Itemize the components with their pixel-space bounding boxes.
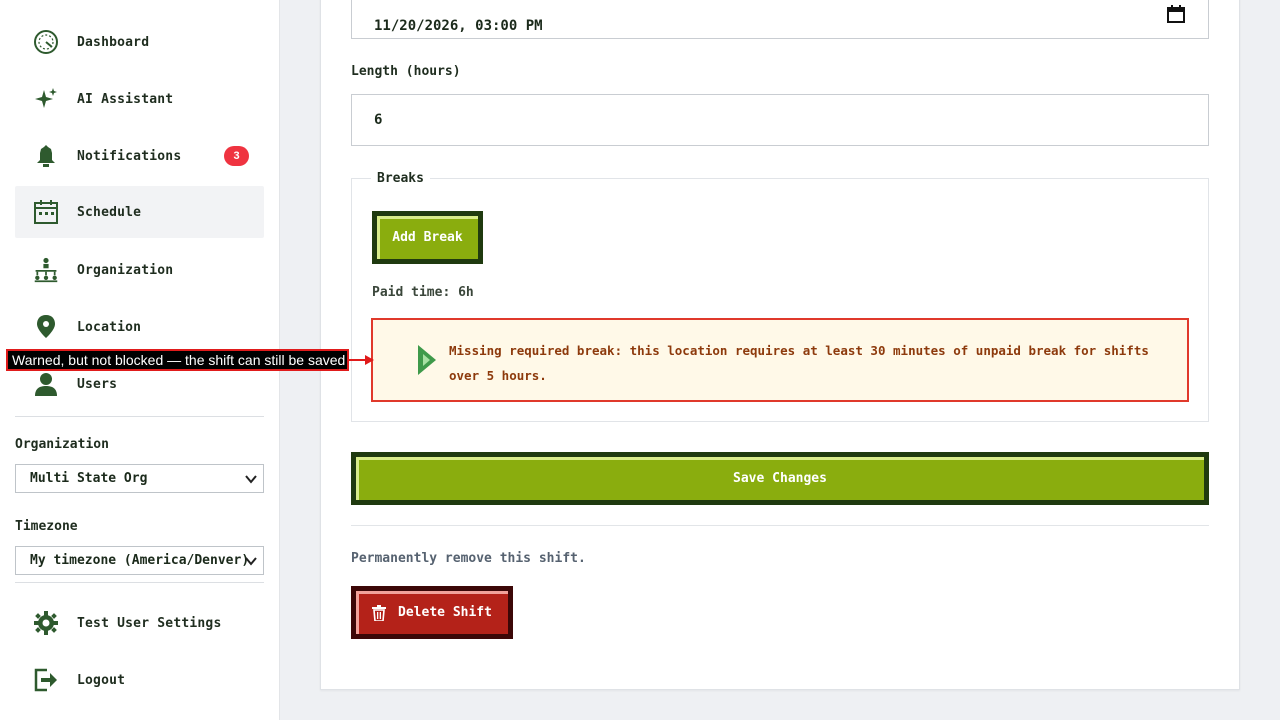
organization-label: Organization [15,437,109,452]
sidebar-item-ai-assistant[interactable]: AI Assistant [15,73,264,125]
sidebar-item-location[interactable]: Location [15,301,264,353]
organization-select-value: Multi State Org [30,471,148,486]
save-changes-label: Save Changes [733,471,827,486]
sidebar-item-label: Dashboard [77,34,150,50]
sidebar-item-label: Schedule [77,204,142,220]
sidebar-item-dashboard[interactable]: Dashboard [15,16,264,68]
sidebar-item-label: Location [77,319,142,335]
organization-select[interactable]: Multi State Org [15,464,264,493]
add-break-button[interactable]: Add Break [372,211,483,264]
timezone-select-value: My timezone (America/Denver) [30,553,250,568]
length-label: Length (hours) [351,64,461,79]
annotation-callout: Warned, but not blocked — the shift can … [6,349,349,371]
sidebar-item-label: Test User Settings [77,615,222,631]
logout-icon [33,667,59,693]
sidebar-item-label: Notifications [77,148,182,164]
calendar-icon [33,199,59,225]
org-chart-icon [33,257,59,283]
map-pin-icon [33,314,59,340]
sidebar-item-logout[interactable]: Logout [15,654,264,706]
sidebar-item-organization[interactable]: Organization [15,244,264,296]
sidebar-divider [15,582,264,583]
sidebar-item-label: Logout [77,672,126,688]
datetime-value: 11/20/2026, 03:00 PM [374,18,543,34]
delete-shift-button[interactable]: Delete Shift [351,586,513,639]
missing-break-warning: Missing required break: this location re… [371,318,1189,402]
add-break-label: Add Break [392,230,463,245]
dashboard-gauge-icon [33,29,59,55]
remove-shift-description: Permanently remove this shift. [351,551,586,566]
sidebar-item-notifications[interactable]: Notifications 3 [15,130,264,182]
sidebar-divider [15,416,264,417]
bell-icon [33,143,59,169]
warning-play-icon [418,345,436,375]
length-hours-input[interactable]: 6 [351,94,1209,146]
sidebar-item-label: AI Assistant [77,91,174,107]
sparkle-icon [33,86,59,112]
chevron-down-icon [245,475,257,484]
delete-shift-label: Delete Shift [398,605,492,620]
length-value: 6 [374,112,383,128]
trash-icon [372,604,387,621]
annotation-arrow-icon [349,355,374,365]
annotation-text: Warned, but not blocked — the shift can … [12,352,346,368]
warning-message: Missing required break: this location re… [449,343,1149,383]
save-changes-button[interactable]: Save Changes [351,452,1209,505]
calendar-picker-icon[interactable] [1167,5,1185,23]
sidebar-item-schedule[interactable]: Schedule [15,186,264,238]
paid-time-text: Paid time: 6h [372,285,474,300]
sidebar-item-label: Users [77,376,118,392]
section-divider [351,525,1209,526]
shift-start-datetime-input[interactable]: 11/20/2026, 03:00 PM [351,0,1209,39]
gear-icon [33,610,59,636]
user-icon [33,371,59,397]
timezone-label: Timezone [15,519,78,534]
chevron-down-icon [245,557,257,566]
timezone-select[interactable]: My timezone (America/Denver) [15,546,264,575]
breaks-legend: Breaks [371,171,430,186]
notification-count-badge: 3 [224,146,249,166]
sidebar-item-settings[interactable]: Test User Settings [15,597,264,649]
sidebar-item-label: Organization [77,262,174,278]
